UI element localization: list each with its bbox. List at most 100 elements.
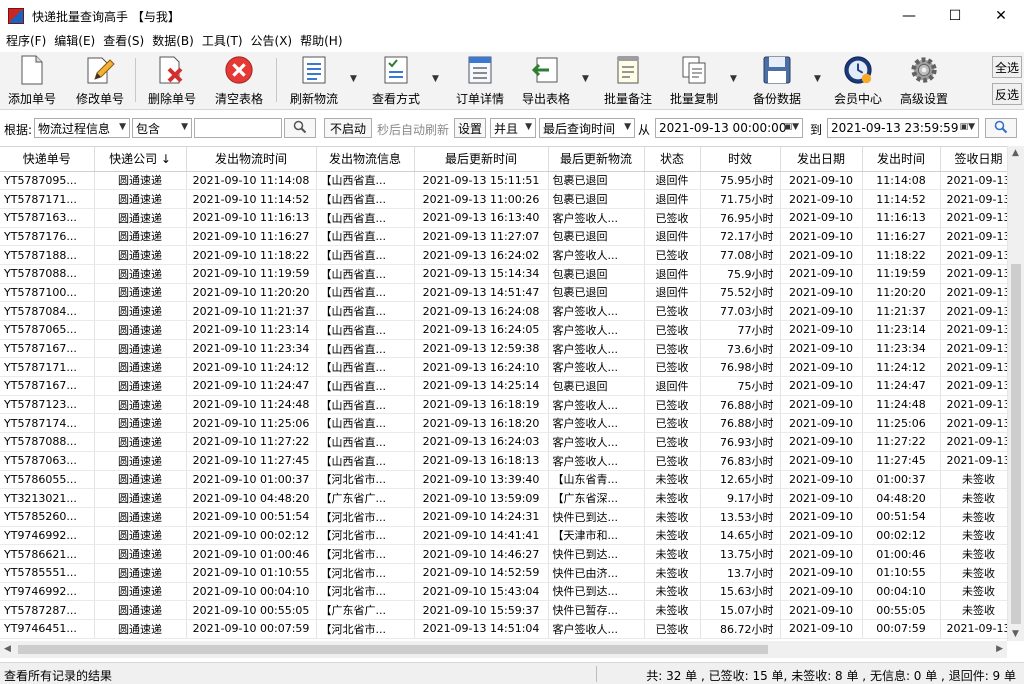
cell-ship-time[interactable]: 2021-09-10 11:23:34	[186, 339, 317, 359]
menu-view[interactable]: 查看(S)	[99, 32, 148, 50]
cell-courier[interactable]: 圆通速递	[94, 339, 187, 359]
cell-duration[interactable]: 76.95小时	[700, 208, 781, 228]
cell-ship-date[interactable]: 2021-09-10	[780, 470, 863, 490]
cell-status[interactable]: 未签收	[644, 507, 701, 527]
cell-ship-date[interactable]: 2021-09-10	[780, 395, 863, 415]
cell-ship-info[interactable]: 【山西省直...	[316, 413, 415, 434]
cell-status[interactable]: 已签收	[644, 357, 701, 378]
settings-button[interactable]: 设置	[454, 118, 486, 138]
table-row[interactable]: YT5787287... 圆通速递 2021-09-10 00:55:05 【广东省广…	[0, 600, 1018, 620]
cell-ship-clock[interactable]: 11:24:12	[862, 357, 941, 378]
invert-selection-button[interactable]: 反选	[992, 83, 1022, 105]
cell-ship-info[interactable]: 【山西省直...	[316, 171, 415, 191]
cell-ship-info[interactable]: 【山西省直...	[316, 395, 415, 415]
cell-ship-clock[interactable]: 00:04:10	[862, 582, 941, 602]
cell-duration[interactable]: 77.03小时	[700, 301, 781, 321]
close-button[interactable]: ✕	[978, 0, 1024, 32]
cell-duration[interactable]: 75.95小时	[700, 171, 781, 191]
table-row[interactable]: YT5787100... 圆通速递 2021-09-10 11:20:20 【山西省直…	[0, 283, 1018, 303]
cell-duration[interactable]: 76.93小时	[700, 432, 781, 452]
cell-status[interactable]: 未签收	[644, 470, 701, 490]
cell-sign-date[interactable]: 未签收	[940, 526, 1018, 546]
cell-ship-info[interactable]: 【山西省直...	[316, 245, 415, 265]
cell-last-update-info[interactable]: 快件已暂存...	[548, 600, 645, 620]
cell-tracking-number[interactable]: YT5787123...	[0, 395, 95, 415]
cell-sign-date[interactable]: 2021-09-13	[940, 171, 1018, 191]
cell-ship-date[interactable]: 2021-09-10	[780, 376, 863, 396]
cell-last-update-time[interactable]: 2021-09-10 13:59:09	[414, 488, 549, 508]
auto-refresh-button[interactable]: 不启动	[324, 118, 372, 138]
cell-status[interactable]: 退回件	[644, 283, 701, 303]
cell-last-update-info[interactable]: 快件已由济...	[548, 563, 645, 583]
cell-status[interactable]: 未签收	[644, 563, 701, 583]
cell-last-update-info[interactable]: 包裹已退回	[548, 189, 645, 209]
cell-ship-time[interactable]: 2021-09-10 11:19:59	[186, 264, 317, 284]
view-mode-button[interactable]: 查看方式	[366, 54, 426, 108]
cell-ship-info[interactable]: 【山西省直...	[316, 432, 415, 452]
cell-ship-info[interactable]: 【河北省市...	[316, 563, 415, 583]
cell-ship-clock[interactable]: 11:14:52	[862, 189, 941, 209]
cell-sign-date[interactable]: 2021-09-13	[940, 395, 1018, 415]
delete-number-button[interactable]: 删除单号	[143, 54, 201, 108]
cell-ship-clock[interactable]: 00:02:12	[862, 526, 941, 546]
refresh-logistics-button[interactable]: 刷新物流	[284, 54, 344, 108]
cell-status[interactable]: 已签收	[644, 301, 701, 321]
cell-last-update-time[interactable]: 2021-09-13 14:51:47	[414, 283, 549, 303]
cell-courier[interactable]: 圆通速递	[94, 245, 187, 265]
cell-last-update-time[interactable]: 2021-09-10 15:43:04	[414, 582, 549, 602]
cell-courier[interactable]: 圆通速递	[94, 264, 187, 284]
cell-sign-date[interactable]: 未签收	[940, 488, 1018, 508]
table-row[interactable]: YT5787171... 圆通速递 2021-09-10 11:14:52 【山西省直…	[0, 189, 1018, 209]
cell-duration[interactable]: 72.17小时	[700, 227, 781, 247]
cell-status[interactable]: 退回件	[644, 376, 701, 396]
cell-tracking-number[interactable]: YT5785260...	[0, 507, 95, 527]
cell-last-update-info[interactable]: 客户签收人...	[548, 245, 645, 265]
table-row[interactable]: YT5787063... 圆通速递 2021-09-10 11:27:45 【山西省直…	[0, 451, 1018, 471]
table-row[interactable]: YT5787088... 圆通速递 2021-09-10 11:27:22 【山西省直…	[0, 432, 1018, 452]
cell-ship-clock[interactable]: 11:25:06	[862, 413, 941, 434]
add-number-button[interactable]: 添加单号	[4, 54, 60, 108]
table-row[interactable]: YT9746451... 圆通速递 2021-09-10 00:07:59 【河北省市…	[0, 619, 1018, 639]
table-row[interactable]: YT5787123... 圆通速递 2021-09-10 11:24:48 【山西省直…	[0, 395, 1018, 415]
cell-duration[interactable]: 12.65小时	[700, 470, 781, 490]
horizontal-scroll-thumb[interactable]	[18, 645, 768, 654]
order-detail-button[interactable]: 订单详情	[450, 54, 510, 108]
cell-ship-clock[interactable]: 01:00:46	[862, 544, 941, 564]
table-row[interactable]: YT5786055... 圆通速递 2021-09-10 01:00:37 【河北省市…	[0, 470, 1018, 490]
cell-courier[interactable]: 圆通速递	[94, 395, 187, 415]
cell-duration[interactable]: 76.88小时	[700, 395, 781, 415]
cell-ship-time[interactable]: 2021-09-10 11:14:52	[186, 189, 317, 209]
cell-last-update-time[interactable]: 2021-09-13 16:13:40	[414, 208, 549, 228]
filter-field-select[interactable]: 物流过程信息 ▼	[34, 118, 130, 138]
time-field-select[interactable]: 最后查询时间 ▼	[539, 118, 635, 138]
cell-tracking-number[interactable]: YT5787167...	[0, 339, 95, 359]
table-row[interactable]: YT9746992... 圆通速递 2021-09-10 00:04:10 【河北省市…	[0, 582, 1018, 602]
cell-status[interactable]: 已签收	[644, 208, 701, 228]
cell-courier[interactable]: 圆通速递	[94, 301, 187, 321]
cell-courier[interactable]: 圆通速递	[94, 507, 187, 527]
cell-ship-date[interactable]: 2021-09-10	[780, 413, 863, 434]
cell-tracking-number[interactable]: YT5785551...	[0, 563, 95, 583]
cell-sign-date[interactable]: 2021-09-13	[940, 413, 1018, 434]
col-header-last-update-time[interactable]: 最后更新时间	[414, 147, 549, 172]
cell-last-update-time[interactable]: 2021-09-13 15:11:51	[414, 171, 549, 191]
cell-last-update-info[interactable]: 包裹已退回	[548, 376, 645, 396]
cell-last-update-info[interactable]: 包裹已退回	[548, 227, 645, 247]
cell-last-update-time[interactable]: 2021-09-13 16:24:10	[414, 357, 549, 378]
cell-status[interactable]: 已签收	[644, 320, 701, 340]
cell-ship-date[interactable]: 2021-09-10	[780, 488, 863, 508]
cell-courier[interactable]: 圆通速递	[94, 227, 187, 247]
cell-courier[interactable]: 圆通速递	[94, 600, 187, 620]
cell-ship-time[interactable]: 2021-09-10 11:16:13	[186, 208, 317, 228]
cell-tracking-number[interactable]: YT9746992...	[0, 526, 95, 546]
cell-ship-time[interactable]: 2021-09-10 00:51:54	[186, 507, 317, 527]
cell-ship-date[interactable]: 2021-09-10	[780, 208, 863, 228]
cell-ship-clock[interactable]: 11:14:08	[862, 171, 941, 191]
cell-last-update-info[interactable]: 客户签收人...	[548, 357, 645, 378]
cell-status[interactable]: 已签收	[644, 339, 701, 359]
cell-last-update-time[interactable]: 2021-09-10 14:52:59	[414, 563, 549, 583]
cell-sign-date[interactable]: 2021-09-13	[940, 208, 1018, 228]
cell-ship-time[interactable]: 2021-09-10 01:00:37	[186, 470, 317, 490]
cell-tracking-number[interactable]: YT3213021...	[0, 488, 95, 508]
table-row[interactable]: YT5787188... 圆通速递 2021-09-10 11:18:22 【山西省直…	[0, 245, 1018, 265]
